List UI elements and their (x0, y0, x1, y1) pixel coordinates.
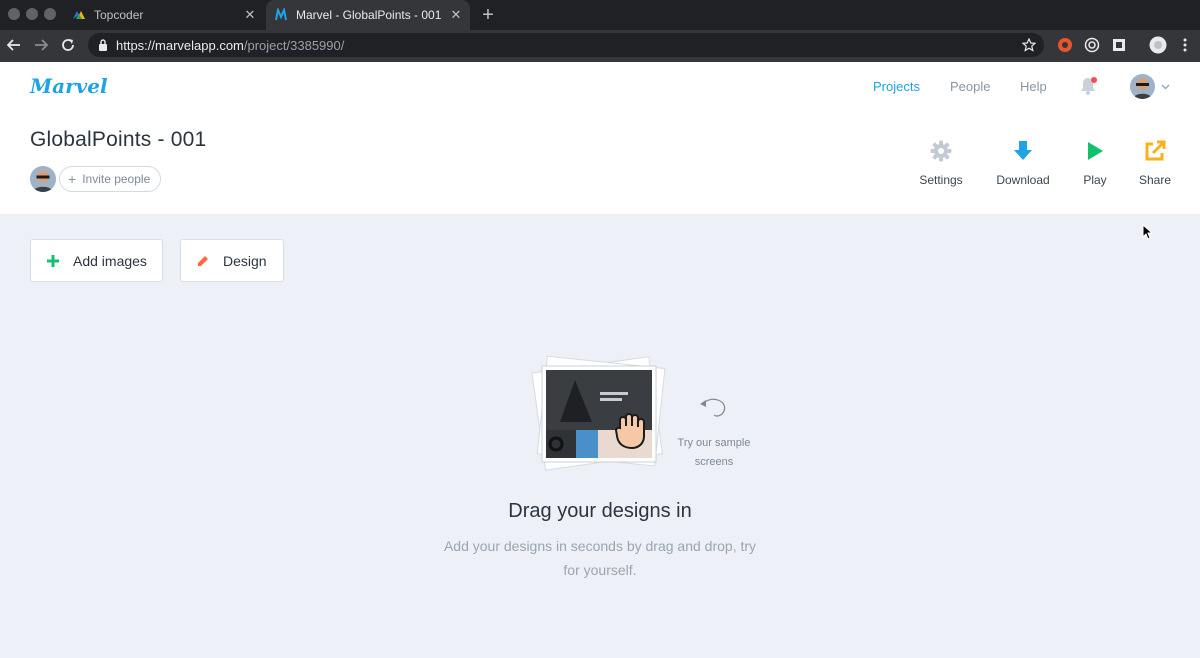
invite-people-button[interactable]: + Invite people (59, 166, 162, 192)
url-text: https://marvelapp.com/project/3385990/ (116, 38, 1022, 53)
share-button[interactable]: Share (1136, 138, 1174, 187)
bookmark-star-icon[interactable] (1022, 38, 1036, 52)
lock-icon (98, 39, 108, 51)
project-header: Marvel Projects People Help GlobalPoints… (0, 62, 1200, 214)
gear-icon (914, 138, 968, 164)
add-images-button[interactable]: Add images (30, 239, 163, 282)
address-bar[interactable]: https://marvelapp.com/project/3385990/ (88, 33, 1044, 57)
browser-toolbar: https://marvelapp.com/project/3385990/ (0, 30, 1200, 60)
play-button[interactable]: Play (1078, 138, 1112, 187)
topcoder-favicon-icon (72, 8, 86, 22)
marvel-logo[interactable]: Marvel (30, 74, 108, 98)
empty-state-subtitle: Add your designs in seconds by drag and … (443, 538, 757, 578)
tab-title: Topcoder (94, 8, 144, 22)
browser-tab-topcoder[interactable]: Topcoder ✕ (64, 0, 264, 30)
browser-menu-icon[interactable] (1176, 36, 1194, 54)
reload-icon[interactable] (58, 35, 78, 55)
share-label: Share (1138, 173, 1172, 187)
profile-avatar-icon[interactable] (1149, 36, 1167, 54)
sample-screens-illustration[interactable] (530, 352, 670, 472)
play-label: Play (1083, 173, 1107, 187)
plus-icon (45, 253, 61, 269)
extension-target-icon[interactable] (1083, 36, 1101, 54)
extension-square-icon[interactable] (1110, 36, 1128, 54)
close-tab-icon[interactable]: ✕ (242, 7, 258, 23)
settings-label: Settings (919, 173, 963, 187)
invite-label: Invite people (82, 172, 151, 186)
project-member-avatar[interactable] (30, 166, 56, 192)
extension-orange-icon[interactable] (1056, 36, 1074, 54)
try-sample-screens-link[interactable]: Try our sample screens (664, 434, 764, 472)
download-arrow-icon (994, 138, 1052, 164)
mouse-pointer-icon (1142, 223, 1154, 245)
design-button[interactable]: Design (180, 239, 284, 282)
back-arrow-icon[interactable] (4, 35, 24, 55)
browser-tab-strip: Topcoder ✕ Marvel - GlobalPoints - 001 ✕… (0, 0, 1200, 30)
download-button[interactable]: Download (994, 138, 1052, 187)
notification-badge (1091, 77, 1097, 83)
forward-arrow-icon[interactable] (31, 35, 51, 55)
marvel-app: Marvel Projects People Help GlobalPoints… (0, 62, 1200, 658)
browser-tab-marvel[interactable]: Marvel - GlobalPoints - 001 ✕ (266, 0, 470, 30)
page-title: GlobalPoints - 001 (30, 128, 207, 151)
share-icon (1136, 138, 1174, 164)
add-images-label: Add images (73, 252, 147, 269)
curved-arrow-icon (698, 395, 730, 424)
window-zoom-button[interactable] (44, 8, 56, 20)
plus-icon: + (68, 171, 77, 187)
window-minimize-button[interactable] (26, 8, 38, 20)
nav-people[interactable]: People (950, 79, 990, 94)
settings-button[interactable]: Settings (914, 138, 968, 187)
tab-title: Marvel - GlobalPoints - 001 (296, 8, 442, 22)
url-host: https://marvelapp.com (116, 37, 244, 53)
window-close-button[interactable] (8, 8, 20, 20)
marvel-favicon-icon (274, 8, 288, 22)
empty-state-title: Drag your designs in (508, 500, 692, 522)
url-path: /project/3385990/ (243, 37, 345, 53)
pencil-icon (195, 253, 211, 269)
design-label: Design (223, 252, 267, 269)
close-tab-icon[interactable]: ✕ (448, 7, 464, 23)
nav-help[interactable]: Help (1020, 79, 1047, 94)
play-icon (1078, 138, 1112, 164)
chevron-down-icon[interactable] (1161, 82, 1170, 93)
download-label: Download (996, 173, 1050, 187)
new-tab-icon[interactable]: + (478, 4, 498, 26)
nav-projects[interactable]: Projects (873, 79, 920, 94)
user-avatar[interactable] (1130, 74, 1155, 99)
